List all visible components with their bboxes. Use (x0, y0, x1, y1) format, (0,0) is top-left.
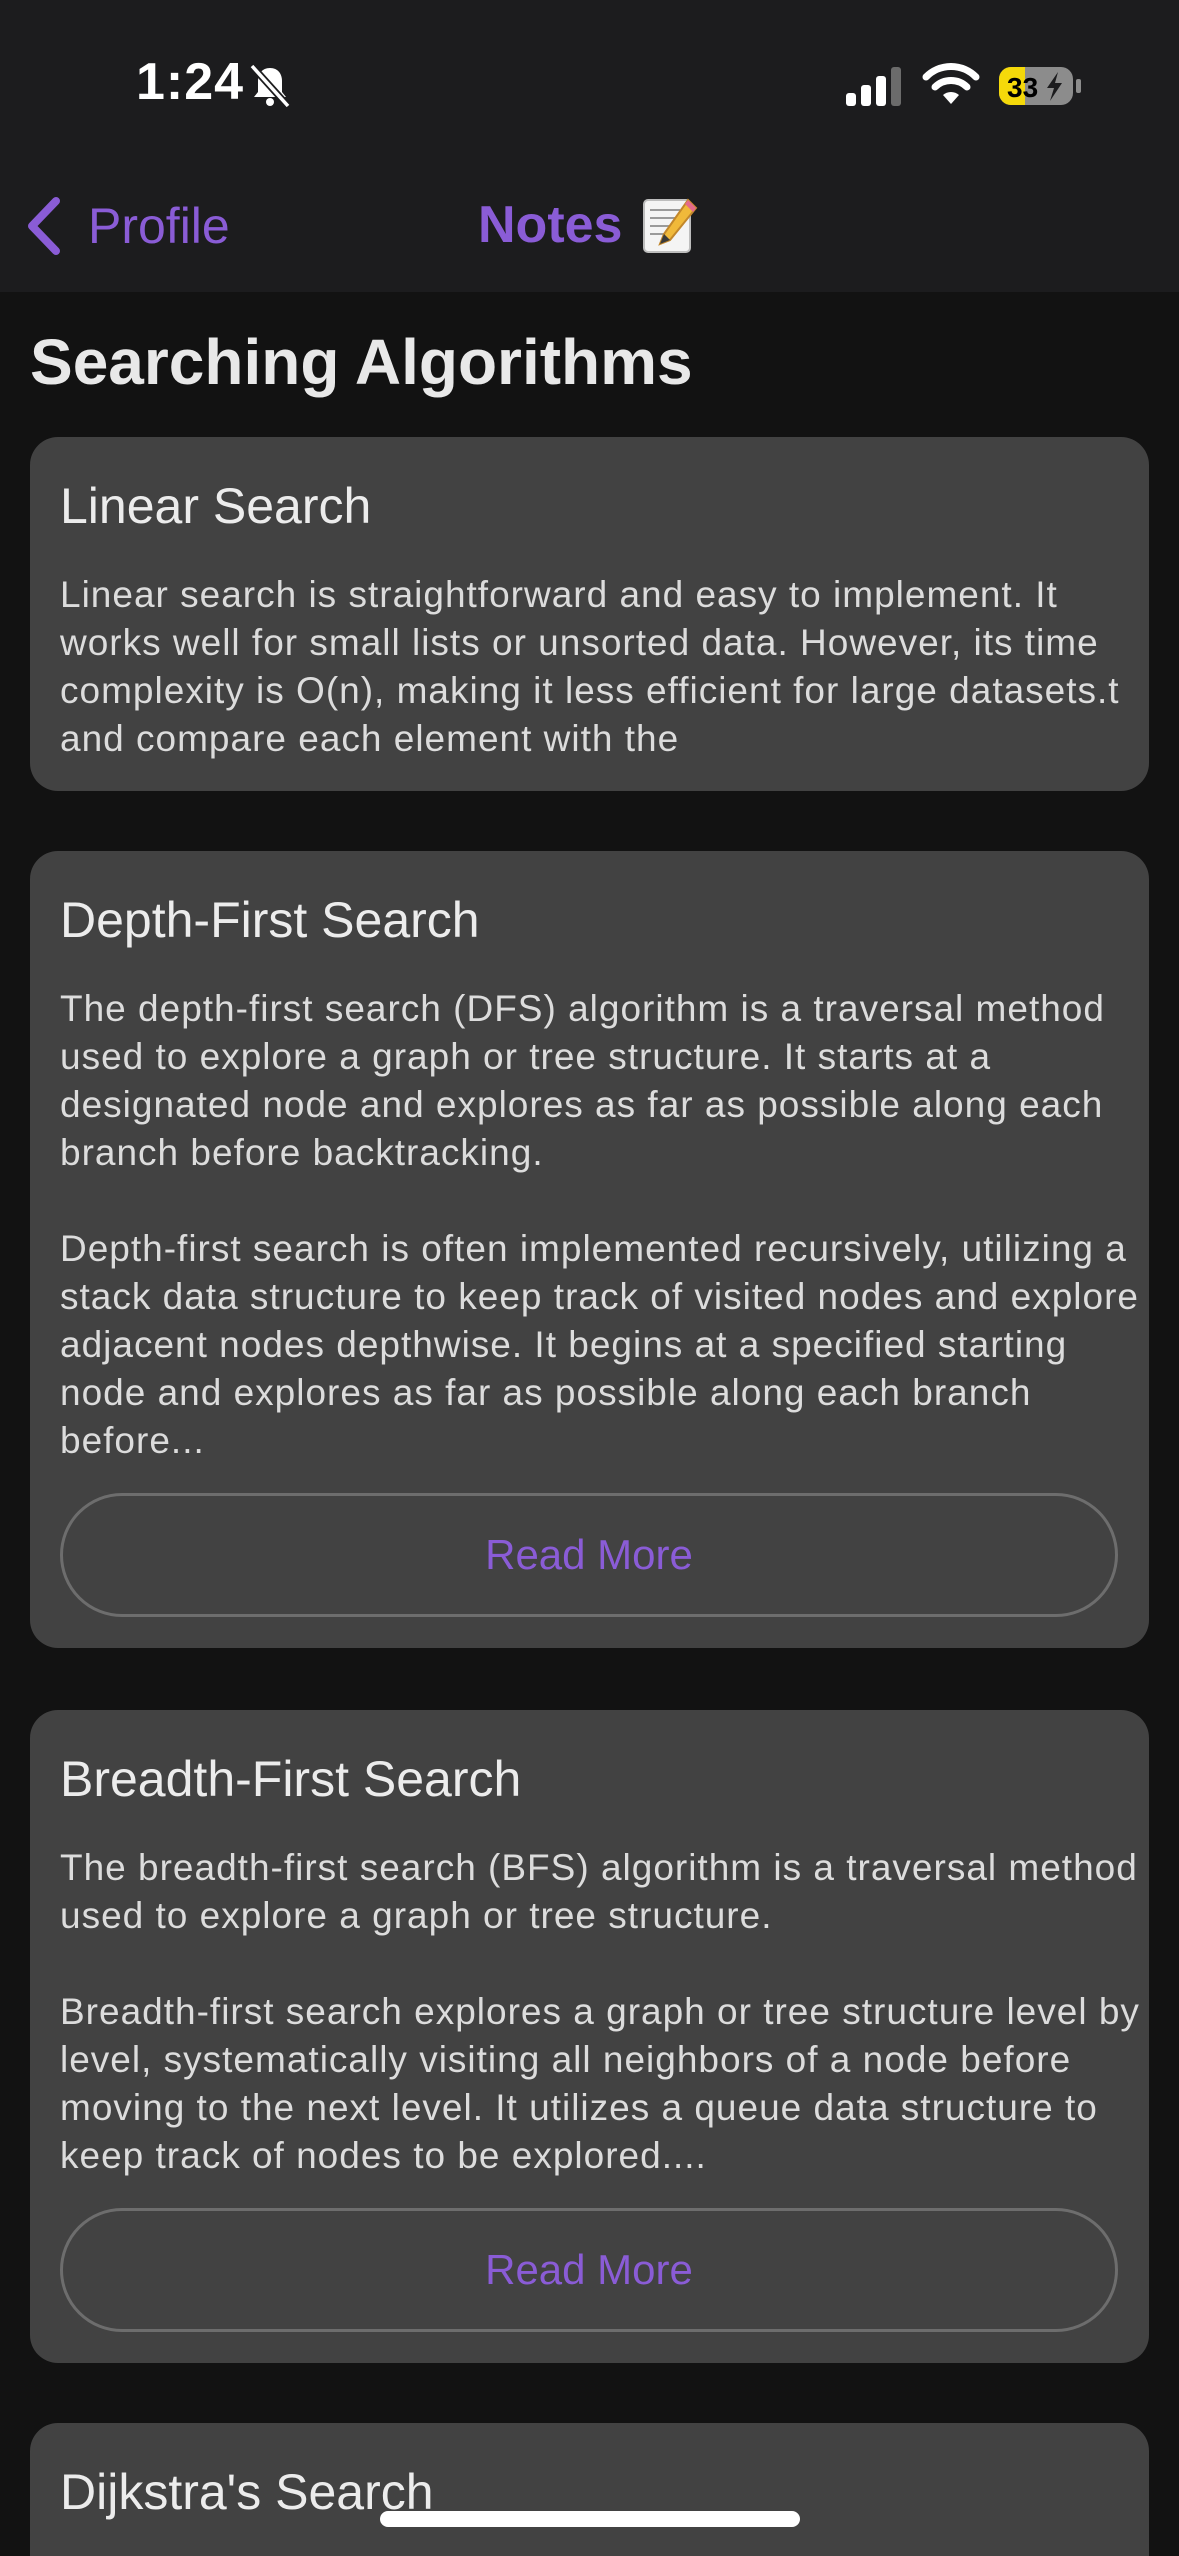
home-indicator[interactable] (380, 2511, 800, 2527)
read-more-button[interactable]: Read More (60, 1493, 1118, 1617)
section-title: Searching Algorithms (30, 326, 693, 398)
chevron-left-icon (28, 197, 60, 255)
battery-level: 33 (1007, 72, 1038, 103)
note-card-title: Dijkstra's Search (60, 2464, 434, 2520)
cellular-signal-icon (846, 67, 901, 106)
back-button-label: Profile (88, 198, 230, 254)
note-card-body: The depth-first search (DFS) algorithm i… (60, 988, 1140, 1461)
note-card-dijkstras-search[interactable]: Dijkstra's Search (30, 2423, 1149, 2556)
nav-title: Notes (478, 194, 700, 256)
nav-title-text: Notes (478, 196, 623, 254)
note-card-breadth-first-search[interactable]: Breadth-First Search The breadth-first s… (30, 1710, 1149, 2363)
memo-icon (643, 198, 698, 253)
note-card-title: Linear Search (60, 478, 372, 534)
bell-slash-icon (249, 63, 291, 109)
notes-screen: 1:24 33 Profile Notes Searching Algorith… (0, 0, 1179, 2556)
note-card-body: Linear search is straightforward and eas… (60, 574, 1120, 759)
note-card-depth-first-search[interactable]: Depth-First Search The depth-first searc… (30, 851, 1149, 1648)
note-card-title: Depth-First Search (60, 892, 480, 948)
note-card-linear-search[interactable]: Linear Search Linear search is straightf… (30, 437, 1149, 791)
read-more-button[interactable]: Read More (60, 2208, 1118, 2332)
battery-charging-icon: 33 (999, 67, 1081, 105)
note-card-body: The breadth-first search (BFS) algorithm… (60, 1847, 1140, 2176)
status-time: 1:24 (136, 53, 245, 111)
wifi-icon (922, 63, 980, 104)
back-button[interactable]: Profile (22, 190, 230, 262)
note-card-title: Breadth-First Search (60, 1751, 522, 1807)
